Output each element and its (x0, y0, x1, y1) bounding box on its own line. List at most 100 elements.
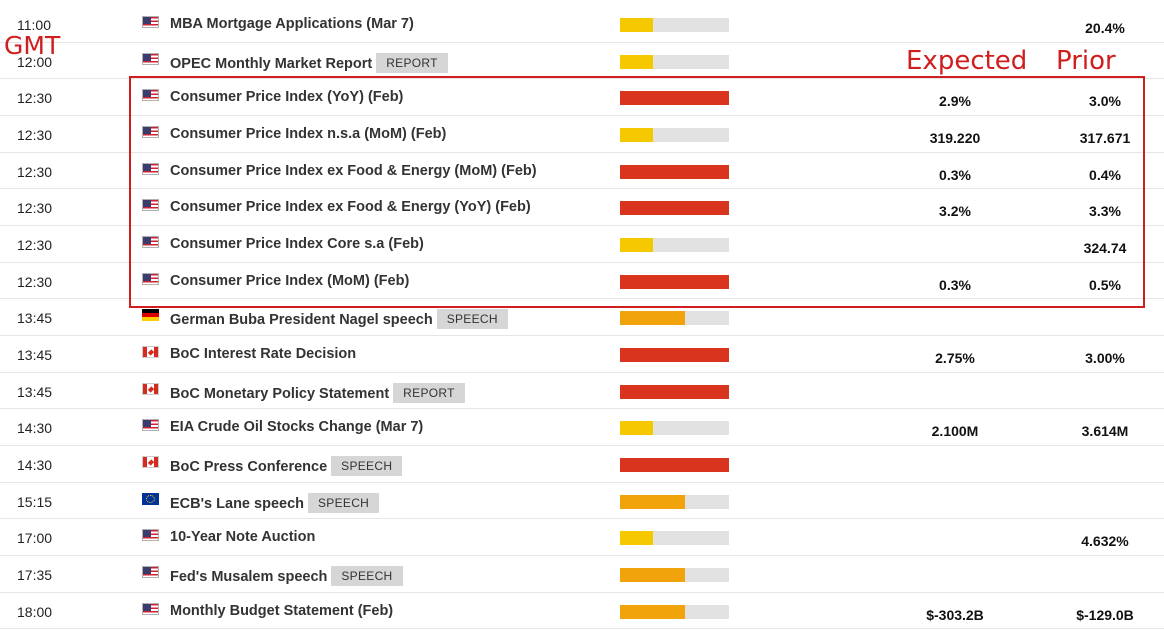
event-name-link[interactable]: EIA Crude Oil Stocks Change (Mar 7) (170, 419, 423, 435)
event-row[interactable]: 18:00 Monthly Budget Statement (Feb) $-303… (0, 593, 1164, 630)
event-name-text: Consumer Price Index (YoY) (Feb) (170, 89, 404, 106)
event-name-text: MBA Mortgage Applications (Mar 7) (170, 16, 414, 32)
impact-meter (620, 237, 729, 252)
impact-meter-fill (620, 18, 653, 32)
event-name-link[interactable]: German Buba President Nagel speech SPEECH (170, 309, 508, 330)
event-name-link[interactable]: 10-Year Note Auction (170, 529, 315, 545)
impact-meter-fill (620, 347, 729, 362)
report-badge[interactable]: REPORT (376, 52, 448, 73)
economic-calendar-table: 11:00 MBA Mortgage Applications (Mar 7) 20… (0, 6, 1164, 630)
expected-value: 2.75% (935, 349, 975, 366)
event-row[interactable]: 12:30 Consumer Price Index Core s.a (Feb)… (0, 226, 1164, 263)
event-time: 13:45 (17, 310, 53, 327)
impact-meter (620, 127, 729, 142)
impact-meter (620, 567, 729, 582)
event-time: 17:00 (17, 530, 53, 547)
event-name-link[interactable]: Fed's Musalem speech SPEECH (170, 565, 403, 586)
event-name-link[interactable]: Consumer Price Index n.s.a (MoM) (Feb) (170, 126, 446, 142)
event-name-text: BoC Monetary Policy Statement (170, 385, 390, 402)
impact-meter-fill (620, 567, 686, 582)
impact-meter-fill (620, 91, 729, 106)
impact-meter-fill (620, 127, 653, 142)
event-row[interactable]: 13:45 German Buba President Nagel speech S… (0, 299, 1164, 336)
expected-value: 3.2% (939, 203, 971, 220)
event-time: 13:45 (17, 346, 53, 363)
event-row[interactable]: 12:30 Consumer Price Index (YoY) (Feb) 2.9… (0, 79, 1164, 116)
event-name-link[interactable]: OPEC Monthly Market Report REPORT (170, 52, 448, 73)
event-row[interactable]: 13:45 BoC Monetary Policy Statement REPORT (0, 373, 1164, 410)
impact-meter (620, 311, 729, 326)
expected-value: $-303.2B (926, 606, 984, 623)
event-name-text: Fed's Musalem speech (170, 568, 328, 585)
event-time: 14:30 (17, 456, 53, 473)
event-row[interactable]: 17:35 Fed's Musalem speech SPEECH (0, 556, 1164, 593)
event-time: 13:45 (17, 383, 53, 400)
speech-badge[interactable]: SPEECH (331, 455, 403, 476)
impact-meter (620, 347, 729, 362)
prior-column-annotation: Prior (1056, 46, 1116, 76)
impact-meter-fill (620, 457, 729, 472)
expected-value: 0.3% (939, 276, 971, 293)
event-name-link[interactable]: Monthly Budget Statement (Feb) (170, 603, 393, 619)
event-row[interactable]: 12:30 Consumer Price Index ex Food & Ener… (0, 153, 1164, 190)
event-time: 14:30 (17, 420, 53, 437)
event-time: 12:30 (17, 126, 53, 143)
event-row[interactable]: 14:30 EIA Crude Oil Stocks Change (Mar 7)… (0, 409, 1164, 446)
event-name-text: Consumer Price Index (MoM) (Feb) (170, 272, 410, 289)
event-name-link[interactable]: ECB's Lane speech SPEECH (170, 492, 380, 513)
us-flag-icon (142, 272, 159, 285)
event-name-text: OPEC Monthly Market Report (170, 55, 373, 72)
us-flag-icon (142, 419, 159, 432)
speech-badge[interactable]: SPEECH (331, 565, 403, 586)
event-name-text: Consumer Price Index Core s.a (Feb) (170, 235, 424, 252)
event-time: 12:30 (17, 273, 53, 290)
canada-flag-icon (142, 455, 159, 468)
event-row[interactable]: 15:15 ECB's Lane speech SPEECH (0, 483, 1164, 520)
eu-flag-icon (142, 492, 159, 505)
event-name-link[interactable]: Consumer Price Index ex Food & Energy (M… (170, 163, 537, 179)
event-row[interactable]: 12:30 Consumer Price Index n.s.a (MoM) (F… (0, 116, 1164, 153)
event-row[interactable]: 17:00 10-Year Note Auction 4.632% (0, 519, 1164, 556)
event-time: 12:30 (17, 163, 53, 180)
us-flag-icon (142, 529, 159, 542)
report-badge[interactable]: REPORT (393, 382, 465, 403)
event-row[interactable]: 12:30 Consumer Price Index ex Food & Ener… (0, 189, 1164, 226)
event-time: 12:30 (17, 90, 53, 107)
impact-meter-fill (620, 164, 729, 179)
event-time: 17:35 (17, 566, 53, 583)
event-time: 12:30 (17, 200, 53, 217)
event-name-link[interactable]: BoC Press Conference SPEECH (170, 455, 403, 476)
event-name-link[interactable]: Consumer Price Index ex Food & Energy (Y… (170, 199, 531, 215)
expected-value: 319.220 (929, 129, 981, 146)
speech-badge[interactable]: SPEECH (308, 492, 380, 513)
prior-value: 324.74 (1083, 239, 1127, 256)
event-row[interactable]: 13:45 BoC Interest Rate Decision 2.75% 3.00… (0, 336, 1164, 373)
event-name-text: German Buba President Nagel speech (170, 312, 433, 329)
prior-value: 20.4% (1085, 20, 1125, 36)
event-name-text: ECB's Lane speech (170, 495, 304, 512)
impact-meter-fill (620, 201, 729, 216)
event-row[interactable]: 14:30 BoC Press Conference SPEECH (0, 446, 1164, 483)
event-name-link[interactable]: BoC Interest Rate Decision (170, 346, 356, 362)
impact-meter (620, 531, 729, 546)
event-name-link[interactable]: Consumer Price Index Core s.a (Feb) (170, 236, 424, 252)
event-name-link[interactable]: MBA Mortgage Applications (Mar 7) (170, 16, 414, 32)
event-name-link[interactable]: Consumer Price Index (MoM) (Feb) (170, 273, 409, 289)
impact-meter (620, 274, 729, 289)
event-name-link[interactable]: Consumer Price Index (YoY) (Feb) (170, 89, 403, 105)
speech-badge[interactable]: SPEECH (436, 309, 508, 330)
expected-value: 0.3% (939, 166, 971, 183)
impact-meter (620, 421, 729, 436)
expected-value: 2.9% (939, 93, 971, 110)
event-row[interactable]: 11:00 MBA Mortgage Applications (Mar 7) 20… (0, 6, 1164, 43)
event-name-link[interactable]: BoC Monetary Policy Statement REPORT (170, 382, 465, 403)
prior-value: 3.0% (1089, 93, 1121, 110)
prior-value: 3.3% (1089, 203, 1121, 220)
event-name-text: Consumer Price Index ex Food & Energy (Y… (170, 199, 531, 216)
event-row[interactable]: 12:30 Consumer Price Index (MoM) (Feb) 0.3… (0, 263, 1164, 300)
event-name-text: Consumer Price Index ex Food & Energy (M… (170, 162, 537, 179)
event-name-text: BoC Interest Rate Decision (170, 345, 357, 362)
expected-value: 2.100M (931, 423, 979, 440)
event-name-text: EIA Crude Oil Stocks Change (Mar 7) (170, 419, 424, 436)
us-flag-icon (142, 565, 159, 578)
